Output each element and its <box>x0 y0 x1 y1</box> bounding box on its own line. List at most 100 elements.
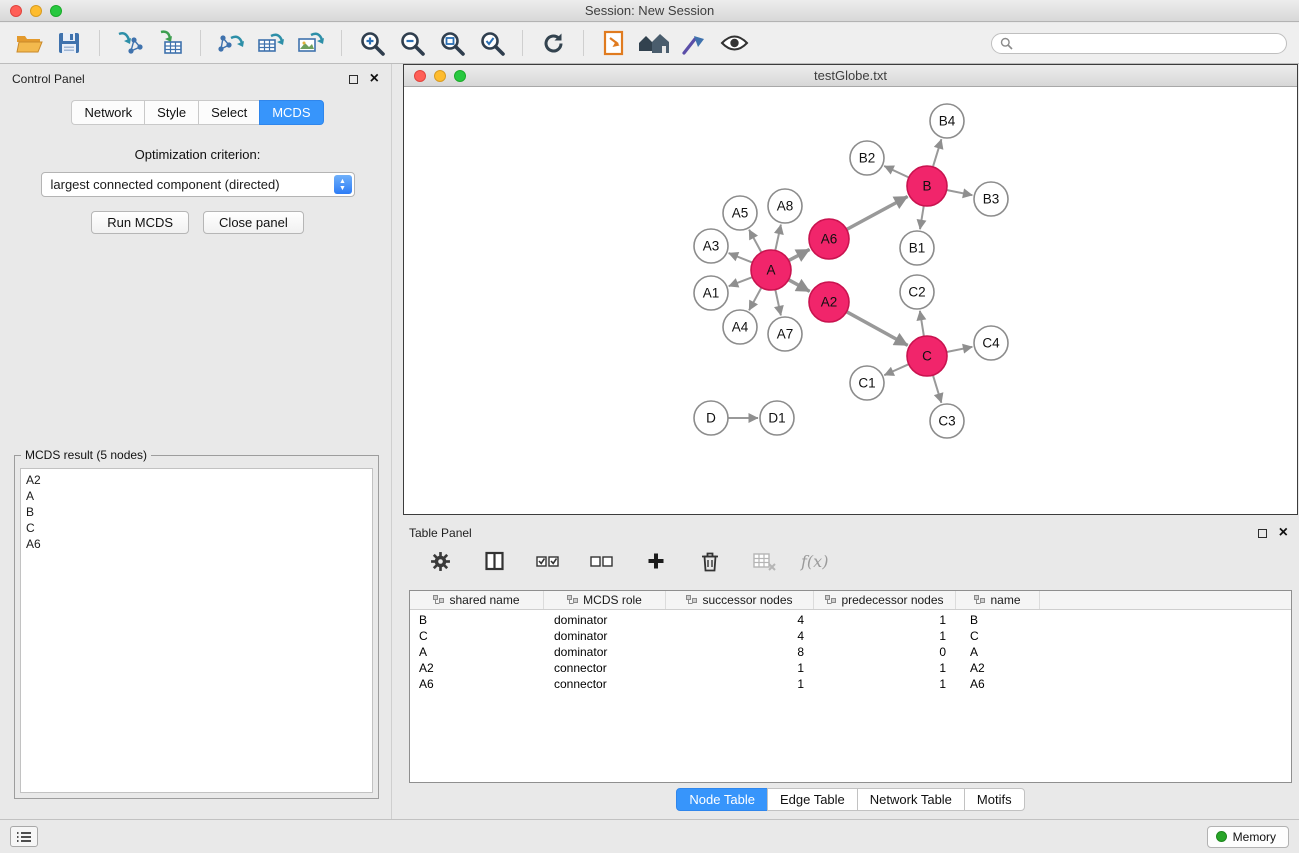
table-row[interactable]: A6connector11A6 <box>410 676 1291 692</box>
node-C[interactable]: C <box>907 336 947 376</box>
table-settings-button[interactable] <box>423 545 457 577</box>
table-row[interactable]: Cdominator41C <box>410 628 1291 644</box>
mcds-result-item[interactable]: A2 <box>21 472 372 488</box>
open-document-button[interactable] <box>597 27 631 59</box>
node-A4[interactable]: A4 <box>723 310 757 344</box>
node-A8[interactable]: A8 <box>768 189 802 223</box>
node-A3[interactable]: A3 <box>694 229 728 263</box>
export-table-button[interactable] <box>254 27 288 59</box>
node-C3[interactable]: C3 <box>930 404 964 438</box>
edge-C-C4[interactable] <box>947 347 973 352</box>
node-A7[interactable]: A7 <box>768 317 802 351</box>
close-table-panel-icon[interactable]: × <box>1279 527 1292 539</box>
column-header-predecessor-nodes[interactable]: predecessor nodes <box>814 591 956 609</box>
float-table-panel-button[interactable] <box>1258 529 1267 538</box>
tab-mcds[interactable]: MCDS <box>259 100 323 125</box>
node-B1[interactable]: B1 <box>900 231 934 265</box>
node-C1[interactable]: C1 <box>850 366 884 400</box>
tab-select[interactable]: Select <box>198 100 259 125</box>
select-all-button[interactable] <box>531 545 565 577</box>
tab-style[interactable]: Style <box>144 100 198 125</box>
node-A5[interactable]: A5 <box>723 196 757 230</box>
edge-A-A1[interactable] <box>729 277 753 286</box>
search-box[interactable] <box>991 33 1287 54</box>
column-header-name[interactable]: name <box>956 591 1040 609</box>
open-session-button[interactable] <box>12 27 46 59</box>
mcds-result-item[interactable]: B <box>21 504 372 520</box>
node-B2[interactable]: B2 <box>850 141 884 175</box>
zoom-out-button[interactable] <box>395 27 429 59</box>
node-A6[interactable]: A6 <box>809 219 849 259</box>
node-B4[interactable]: B4 <box>930 104 964 138</box>
delete-column-button[interactable] <box>693 545 727 577</box>
export-image-button[interactable] <box>294 27 328 59</box>
table-row[interactable]: A2connector11A2 <box>410 660 1291 676</box>
tab-network-table[interactable]: Network Table <box>857 788 965 811</box>
edge-A6-B[interactable] <box>847 197 908 230</box>
edge-A2-C[interactable] <box>847 312 908 346</box>
mcds-result-item[interactable]: C <box>21 520 372 536</box>
table-row[interactable]: Adominator80A <box>410 644 1291 660</box>
tab-edge-table[interactable]: Edge Table <box>767 788 858 811</box>
table-row[interactable]: Bdominator41B <box>410 612 1291 628</box>
close-panel-button[interactable]: Close panel <box>203 211 304 234</box>
brush-button[interactable] <box>677 27 711 59</box>
deselect-all-button[interactable] <box>585 545 619 577</box>
node-A[interactable]: A <box>751 250 791 290</box>
node-C4[interactable]: C4 <box>974 326 1008 360</box>
run-mcds-button[interactable]: Run MCDS <box>91 211 189 234</box>
criterion-dropdown[interactable]: largest connected component (directed) ▲… <box>41 172 355 197</box>
add-column-button[interactable] <box>639 545 673 577</box>
edge-A-A6[interactable] <box>789 249 810 260</box>
edge-A-A5[interactable] <box>749 230 761 253</box>
edge-C-C3[interactable] <box>933 375 942 403</box>
edge-A-A8[interactable] <box>775 225 781 251</box>
node-A2[interactable]: A2 <box>809 282 849 322</box>
search-input[interactable] <box>1018 36 1278 50</box>
import-network-button[interactable] <box>113 27 147 59</box>
tab-node-table[interactable]: Node Table <box>676 788 768 811</box>
memory-button[interactable]: Memory <box>1207 826 1289 848</box>
node-D1[interactable]: D1 <box>760 401 794 435</box>
mcds-result-item[interactable]: A <box>21 488 372 504</box>
node-B[interactable]: B <box>907 166 947 206</box>
edge-A-A2[interactable] <box>789 280 810 292</box>
network-canvas[interactable]: B4 B2 B B3 A5 A8A6 B1 A3 A A1 C2 A2 A4 A7 C4 C C1 C3 D D1 <box>404 88 1297 514</box>
save-session-button[interactable] <box>52 27 86 59</box>
function-builder-button[interactable]: f(x) <box>801 552 828 571</box>
browser-home-button[interactable] <box>637 27 671 59</box>
show-details-button[interactable] <box>717 27 751 59</box>
delete-table-button[interactable] <box>747 545 781 577</box>
edge-B-B3[interactable] <box>947 190 973 195</box>
node-D[interactable]: D <box>694 401 728 435</box>
column-header-MCDS-role[interactable]: MCDS role <box>544 591 666 609</box>
import-table-button[interactable] <box>153 27 187 59</box>
mcds-result-item[interactable]: A6 <box>21 536 372 552</box>
edge-A-A7[interactable] <box>775 290 781 316</box>
edge-B-B2[interactable] <box>884 166 909 178</box>
export-network-button[interactable] <box>214 27 248 59</box>
node-C2[interactable]: C2 <box>900 275 934 309</box>
task-history-button[interactable] <box>10 826 38 847</box>
tab-network[interactable]: Network <box>71 100 144 125</box>
tab-motifs[interactable]: Motifs <box>964 788 1025 811</box>
zoom-selected-button[interactable] <box>475 27 509 59</box>
edge-B-B4[interactable] <box>933 139 942 167</box>
network-graph[interactable]: B4 B2 B B3 A5 A8A6 B1 A3 A A1 C2 A2 A4 A7 C4 C C1 C3 D D1 <box>404 88 1297 514</box>
apply-layout-button[interactable] <box>536 27 570 59</box>
float-panel-button[interactable] <box>349 75 358 84</box>
edge-C-C2[interactable] <box>920 311 924 336</box>
show-columns-button[interactable] <box>477 545 511 577</box>
mcds-result-list[interactable]: A2ABCA6 <box>20 468 373 793</box>
edge-C-C1[interactable] <box>884 364 909 375</box>
node-B3[interactable]: B3 <box>974 182 1008 216</box>
zoom-in-button[interactable] <box>355 27 389 59</box>
edge-A-A3[interactable] <box>729 253 753 263</box>
column-header-shared-name[interactable]: shared name <box>410 591 544 609</box>
node-A1[interactable]: A1 <box>694 276 728 310</box>
column-header-successor-nodes[interactable]: successor nodes <box>666 591 814 609</box>
close-panel-icon[interactable]: × <box>370 73 383 85</box>
zoom-fit-button[interactable] <box>435 27 469 59</box>
edge-A-A4[interactable] <box>749 288 761 311</box>
edge-B-B1[interactable] <box>920 206 924 230</box>
